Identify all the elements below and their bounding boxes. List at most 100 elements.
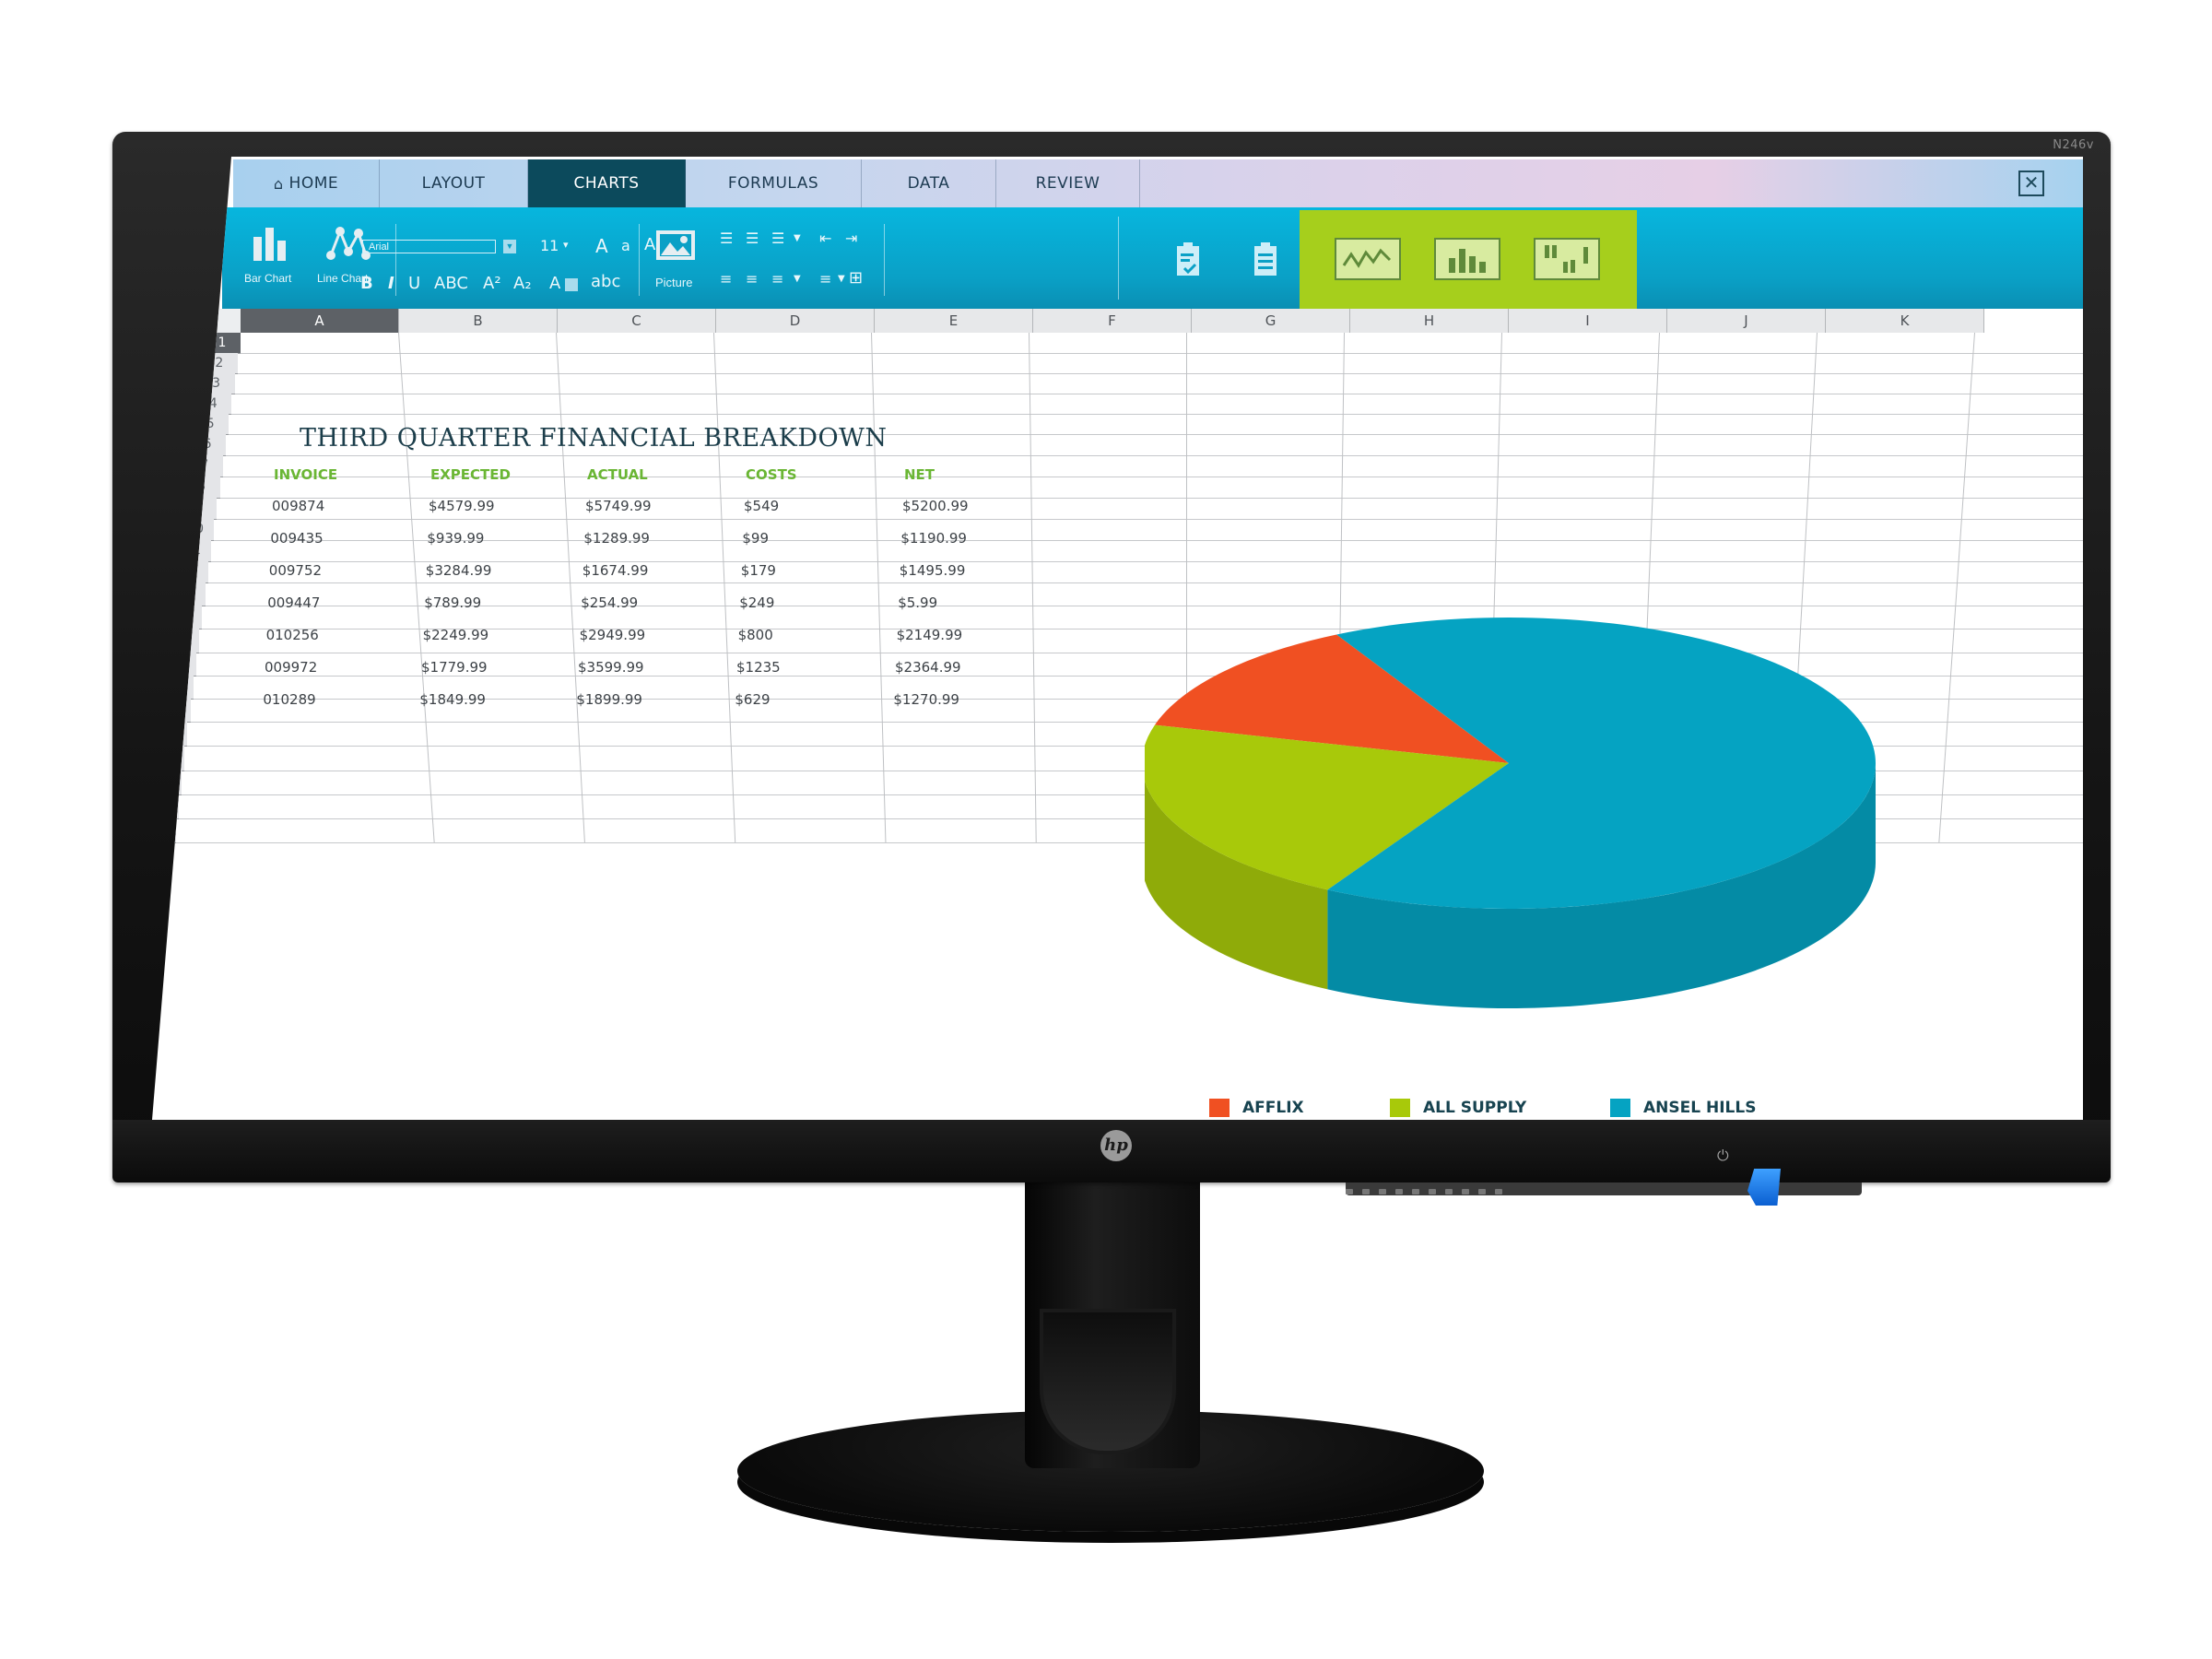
bullet-list-button[interactable]: ☰	[720, 229, 735, 247]
table-cell[interactable]: $249	[739, 594, 774, 611]
increase-indent-button[interactable]: ⇥	[845, 229, 857, 247]
font-dropdown-icon[interactable]: ▼	[503, 240, 516, 253]
column-header[interactable]: D	[716, 309, 875, 333]
highlight-button[interactable]: A	[549, 274, 560, 293]
decrease-indent-button[interactable]: ⇤	[819, 229, 831, 247]
column-header[interactable]: B	[399, 309, 558, 333]
line-spacing-button[interactable]: ≡	[819, 270, 831, 288]
table-cell[interactable]: $1779.99	[421, 659, 488, 676]
column-header[interactable]: F	[1033, 309, 1192, 333]
table-cell[interactable]: $939.99	[427, 530, 484, 547]
tab-home[interactable]: ⌂ HOME	[233, 159, 380, 207]
multilevel-list-button[interactable]: ☰	[771, 229, 784, 247]
tab-layout[interactable]: LAYOUT	[380, 159, 528, 207]
spellcheck-button[interactable]: abc	[591, 272, 620, 291]
table-cell[interactable]: 010289	[263, 691, 315, 708]
grow-font-button[interactable]: A	[595, 235, 608, 257]
table-cell[interactable]: $4579.99	[429, 498, 495, 514]
table-cell[interactable]: $1674.99	[582, 562, 649, 579]
select-all-corner[interactable]	[218, 309, 241, 333]
align-dropdown-icon[interactable]: ▼	[794, 274, 801, 284]
osd-button-strip[interactable]	[1346, 1182, 1862, 1195]
column-header[interactable]: A	[241, 309, 399, 333]
table-cell[interactable]: $1190.99	[900, 530, 967, 547]
column-header[interactable]: E	[875, 309, 1033, 333]
table-cell[interactable]: $179	[741, 562, 776, 579]
tab-formulas[interactable]: FORMULAS	[686, 159, 862, 207]
tab-charts[interactable]: CHARTS	[528, 159, 686, 207]
line-chart-style-icon[interactable]	[1335, 238, 1401, 280]
column-header[interactable]: J	[1667, 309, 1826, 333]
table-cell[interactable]: $1495.99	[900, 562, 966, 579]
insert-picture-button[interactable]	[655, 229, 696, 265]
table-cell[interactable]: $2249.99	[423, 627, 489, 643]
scatter-chart-style-icon[interactable]	[1534, 238, 1600, 280]
align-center-button[interactable]: ≡	[720, 270, 732, 288]
legend-item[interactable]: AFFLIX	[1209, 1099, 1304, 1117]
power-button[interactable]	[1747, 1169, 1781, 1206]
table-cell[interactable]: $2149.99	[897, 627, 963, 643]
table-cell[interactable]: $549	[744, 498, 779, 514]
line-spacing-dropdown-icon[interactable]: ▼	[838, 274, 845, 284]
borders-button[interactable]: ⊞	[849, 268, 863, 288]
table-cell[interactable]: $1899.99	[576, 691, 642, 708]
table-header[interactable]: INVOICE	[274, 466, 337, 483]
table-cell[interactable]: $1270.99	[893, 691, 959, 708]
superscript-button[interactable]: A²	[483, 274, 501, 293]
spreadsheet-grid[interactable]: A B C D E F G H I J K 123456789101112131…	[152, 309, 2083, 1120]
sheet-title[interactable]: THIRD QUARTER FINANCIAL BREAKDOWN	[300, 424, 888, 453]
column-header[interactable]: K	[1826, 309, 1984, 333]
underline-button[interactable]: U	[408, 274, 420, 293]
column-header[interactable]: G	[1192, 309, 1350, 333]
table-cell[interactable]: $1289.99	[583, 530, 650, 547]
table-cell[interactable]: $789.99	[424, 594, 481, 611]
tab-data[interactable]: DATA	[862, 159, 996, 207]
list-dropdown-icon[interactable]: ▼	[794, 233, 801, 243]
legend-item[interactable]: ALL SUPPLY	[1390, 1099, 1526, 1117]
column-header[interactable]: I	[1509, 309, 1667, 333]
font-size-field[interactable]: 11	[540, 237, 559, 254]
strikethrough-button[interactable]: ABC	[434, 274, 468, 293]
table-cell[interactable]: $254.99	[581, 594, 638, 611]
pie-chart[interactable]	[1142, 611, 1882, 1040]
clipboard-list-icon[interactable]	[1247, 241, 1284, 277]
table-header[interactable]: COSTS	[746, 466, 797, 483]
table-cell[interactable]: 009435	[270, 530, 323, 547]
table-cell[interactable]: $2949.99	[580, 627, 646, 643]
justify-button[interactable]: ≡	[771, 270, 783, 288]
table-header[interactable]: EXPECTED	[430, 466, 511, 483]
table-cell[interactable]: $2364.99	[895, 659, 961, 676]
table-cell[interactable]: $3284.99	[426, 562, 492, 579]
legend-item[interactable]: ANSEL HILLS	[1610, 1099, 1756, 1117]
shrink-font-button[interactable]: a	[621, 237, 630, 254]
font-name-field[interactable]: Arial	[362, 240, 496, 253]
table-cell[interactable]: $5200.99	[902, 498, 969, 514]
table-cell[interactable]: $5749.99	[585, 498, 652, 514]
table-cell[interactable]: 009972	[265, 659, 317, 676]
table-cell[interactable]: $3599.99	[578, 659, 644, 676]
subscript-button[interactable]: A₂	[513, 274, 532, 293]
table-header[interactable]: ACTUAL	[587, 466, 648, 483]
table-cell[interactable]: $800	[738, 627, 773, 643]
close-icon[interactable]: ✕	[2018, 171, 2044, 196]
table-header[interactable]: NET	[904, 466, 935, 483]
numbered-list-button[interactable]: ☰	[746, 229, 759, 247]
table-cell[interactable]: 010256	[266, 627, 319, 643]
column-header[interactable]: H	[1350, 309, 1509, 333]
align-right-button[interactable]: ≡	[746, 270, 758, 288]
table-cell[interactable]: $1235	[736, 659, 781, 676]
column-chart-style-icon[interactable]	[1434, 238, 1500, 280]
table-cell[interactable]: $99	[742, 530, 769, 547]
table-cell[interactable]: $1849.99	[419, 691, 486, 708]
bold-button[interactable]: B	[360, 274, 373, 293]
tab-review[interactable]: REVIEW	[996, 159, 1140, 207]
table-cell[interactable]: $5.99	[898, 594, 937, 611]
bar-chart-button[interactable]	[250, 226, 294, 266]
table-cell[interactable]: 009447	[267, 594, 320, 611]
font-size-dropdown-icon[interactable]: ▾	[563, 239, 569, 251]
table-cell[interactable]: $629	[735, 691, 770, 708]
clipboard-check-icon[interactable]	[1170, 241, 1206, 277]
column-header[interactable]: C	[558, 309, 716, 333]
italic-button[interactable]: I	[388, 274, 394, 293]
highlight-color-swatch[interactable]	[565, 278, 578, 291]
